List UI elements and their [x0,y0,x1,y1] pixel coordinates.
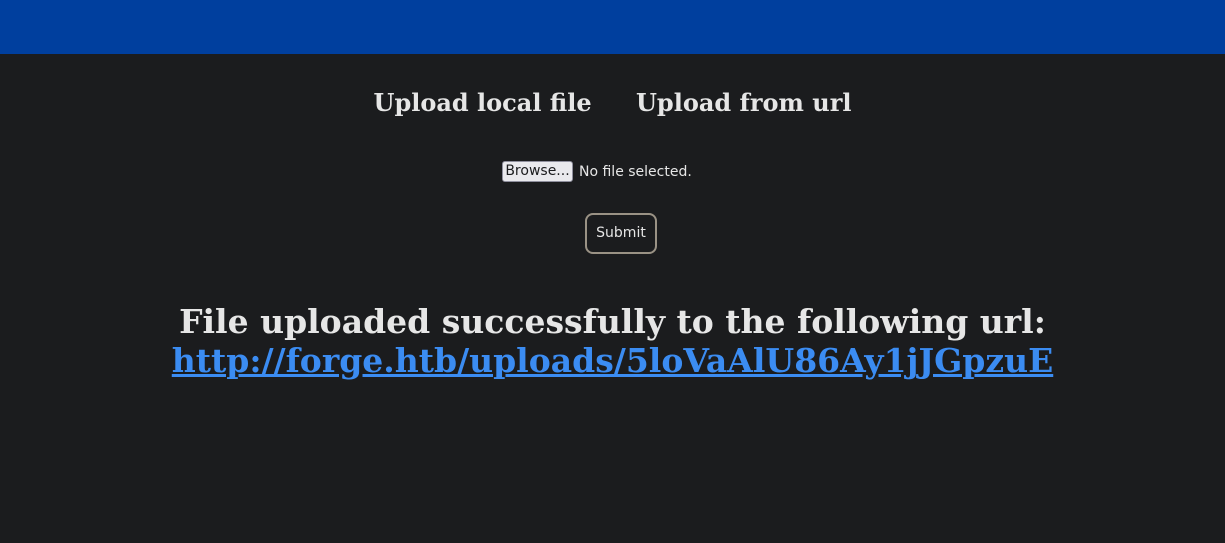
upload-mode-tabs: Upload local file Upload from url [0,88,1225,117]
submit-button[interactable]: Submit [585,213,657,254]
tab-upload-local-file[interactable]: Upload local file [374,88,592,117]
uploaded-file-link[interactable]: http://forge.htb/uploads/5loVaAlU86Ay1jJ… [172,341,1053,380]
file-input[interactable]: Browse... No file selected. [502,161,692,182]
upload-result: File uploaded successfully to the follow… [0,302,1225,380]
top-navbar [0,0,1225,54]
upload-success-message: File uploaded successfully to the follow… [179,302,1046,341]
file-status-text: No file selected. [579,163,692,180]
tab-upload-from-url[interactable]: Upload from url [636,88,851,117]
browse-button[interactable]: Browse... [502,161,573,182]
